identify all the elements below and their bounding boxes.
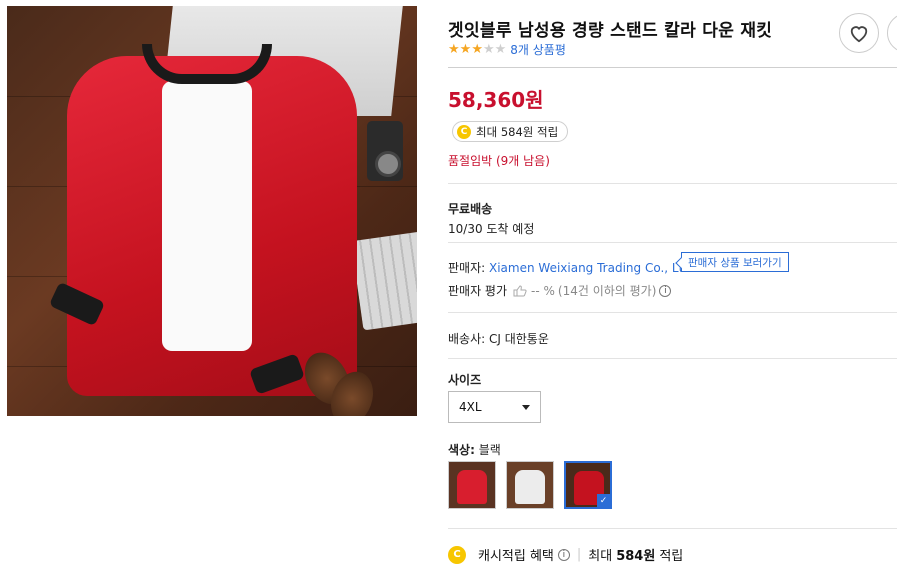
- separator: |: [576, 547, 582, 562]
- shipping-eta: 10/30 도착 예정: [448, 222, 535, 236]
- chevron-down-icon: [522, 405, 530, 410]
- divider: [448, 67, 897, 68]
- color-label: 색상:: [448, 443, 475, 457]
- collar-shape: [142, 44, 272, 84]
- color-swatch-selected[interactable]: ✓: [564, 461, 612, 509]
- rating-row[interactable]: ★ ★ ★ ★ ★ 8개 상품평: [448, 41, 566, 58]
- divider: [448, 312, 897, 313]
- product-title: 겟잇블루 남성용 경량 스탠드 칼라 다운 재킷: [448, 21, 773, 41]
- stock-warning: 품절임박 (9개 남음): [448, 154, 550, 168]
- divider: [448, 242, 897, 243]
- star-icon: ★: [448, 42, 460, 57]
- camera-prop: [367, 121, 403, 181]
- seller-rating-value: -- %: [531, 283, 555, 298]
- divider: [448, 183, 897, 184]
- seller-label: 판매자:: [448, 261, 486, 275]
- divider: [448, 358, 897, 359]
- cash-max-prefix: 최대: [588, 549, 613, 564]
- cash-coin-icon: C: [457, 124, 471, 139]
- thumbs-up-icon: [513, 284, 527, 296]
- star-icon: ★: [471, 42, 483, 57]
- cash-benefit-row: C 캐시적립 혜택 i | 최대 584원 적립: [448, 545, 683, 564]
- seller-rating-label: 판매자 평가: [448, 284, 508, 298]
- size-selected-value: 4XL: [459, 400, 482, 414]
- seller-name-link[interactable]: Xiamen Weixiang Trading Co., Ltd.: [489, 261, 695, 275]
- color-row: 색상: 블랙: [448, 441, 501, 458]
- cash-coin-icon: C: [448, 545, 466, 564]
- check-icon: ✓: [597, 494, 610, 507]
- wishlist-button[interactable]: [839, 13, 879, 53]
- star-empty-icon: ★: [494, 42, 507, 57]
- color-selected-value: 블랙: [478, 443, 501, 457]
- seller-rating-note: (14건 이하의 평가): [557, 284, 657, 298]
- cash-max-amount: 584원: [616, 549, 656, 564]
- seller-products-button[interactable]: 판매자 상품 보러가기: [681, 252, 789, 272]
- cash-benefit-label: 캐시적립 혜택: [478, 549, 554, 564]
- cash-max-suffix: 적립: [659, 549, 684, 564]
- shirt-shape: [162, 81, 252, 351]
- reward-badge: C 최대 584원 적립: [452, 121, 569, 142]
- product-main-image[interactable]: [7, 6, 417, 416]
- color-swatch-white[interactable]: [506, 461, 554, 509]
- divider: [448, 528, 897, 529]
- color-swatch-red[interactable]: [448, 461, 496, 509]
- info-icon[interactable]: i: [557, 548, 570, 561]
- reward-label: 최대 584원 적립: [476, 124, 559, 139]
- price: 58,360원: [448, 88, 544, 112]
- shipping-title: 무료배송: [448, 202, 493, 216]
- keyboard-prop: [351, 231, 417, 331]
- seller-row: 판매자: Xiamen Weixiang Trading Co., Ltd.: [448, 259, 695, 276]
- star-empty-icon: ★: [482, 42, 495, 57]
- info-icon[interactable]: i: [659, 284, 672, 297]
- review-count-link[interactable]: 8개 상품평: [510, 41, 566, 58]
- carrier-label: 배송사: CJ 대한통운: [448, 332, 549, 346]
- heart-icon: [850, 26, 868, 43]
- share-button[interactable]: [887, 13, 897, 53]
- size-label: 사이즈: [448, 373, 482, 387]
- star-icon: ★: [459, 42, 472, 57]
- size-select[interactable]: 4XL: [448, 391, 541, 423]
- seller-rating-row: 판매자 평가 -- % (14건 이하의 평가) i: [448, 282, 672, 299]
